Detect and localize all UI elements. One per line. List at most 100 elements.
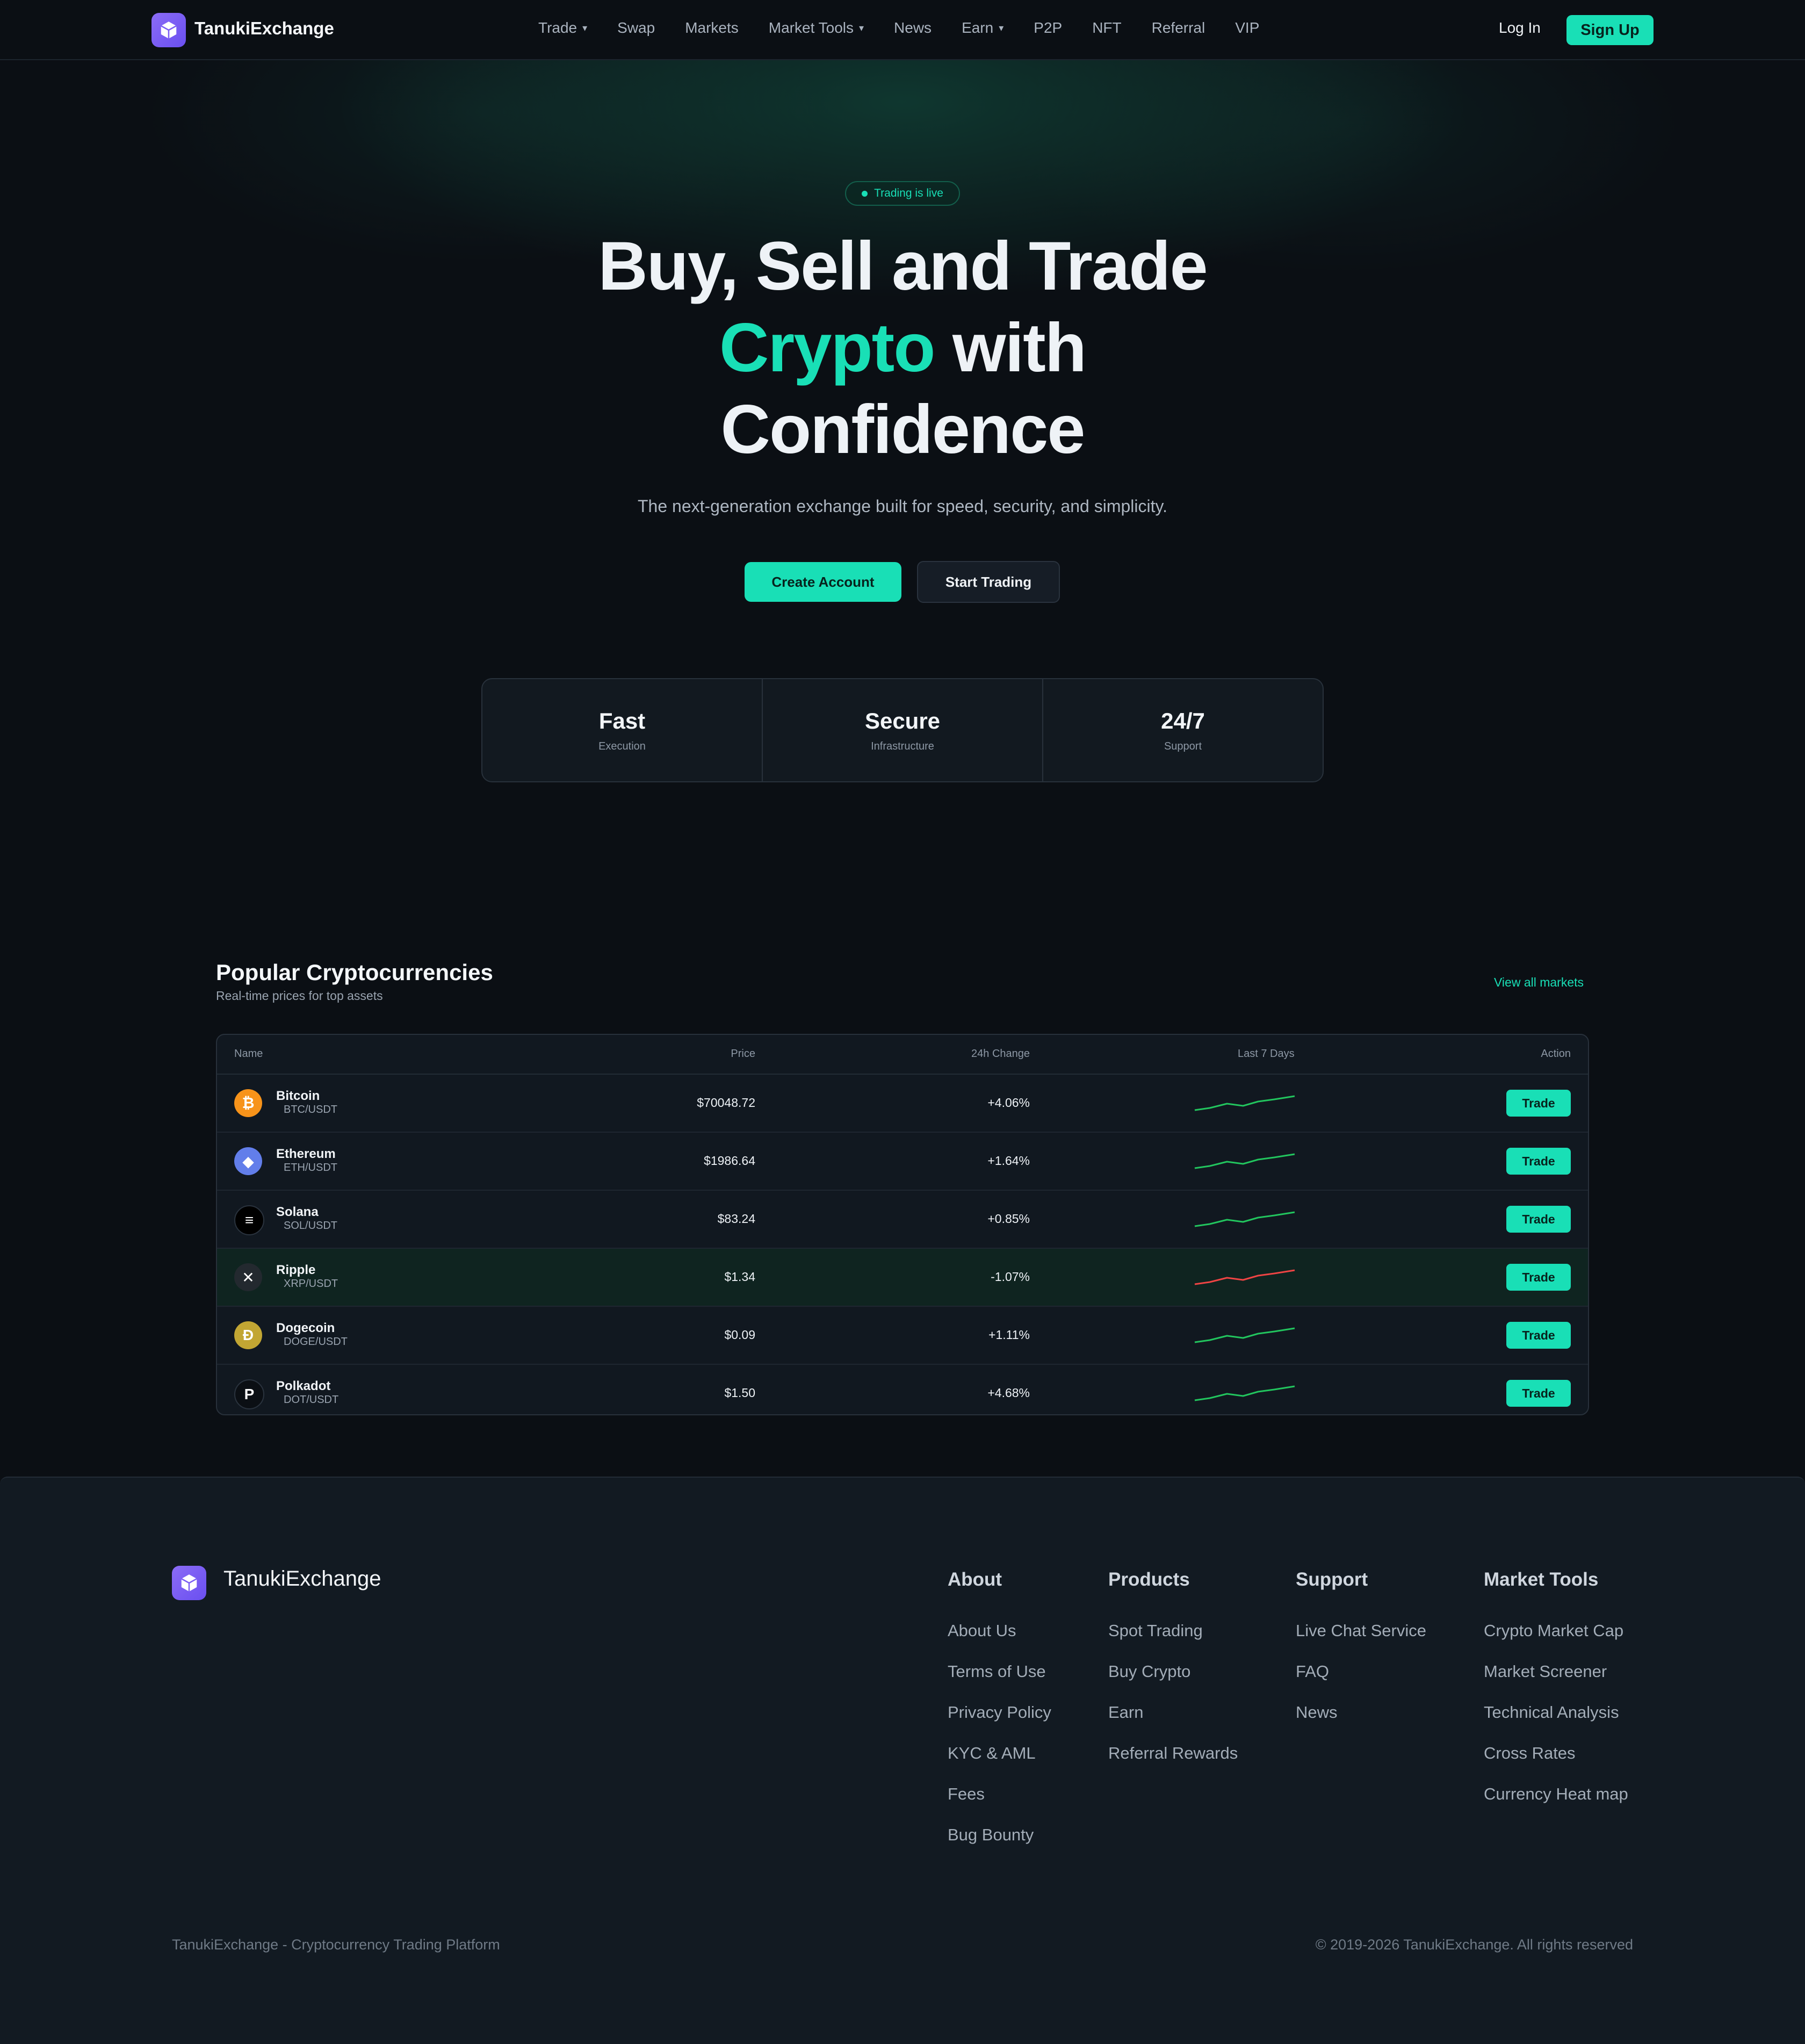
chevron-down-icon: ▾ — [582, 23, 588, 33]
footer-link[interactable]: Market Screener — [1484, 1661, 1628, 1702]
footer: TanukiExchange About About Us Terms of U… — [0, 1477, 1805, 2044]
footer-col-about-title: About — [948, 1569, 1002, 1590]
footer-link[interactable]: Cross Rates — [1484, 1743, 1628, 1784]
coin-change: +1.64% — [987, 1154, 1030, 1168]
dogecoin-icon: Ð — [234, 1321, 262, 1349]
footer-link[interactable]: Technical Analysis — [1484, 1702, 1628, 1743]
footer-link[interactable]: Live Chat Service — [1296, 1621, 1426, 1661]
coin-name: Ethereum — [276, 1147, 336, 1161]
feature-stats: Fast Execution Secure Infrastructure 24/… — [481, 678, 1324, 782]
nav-market-tools[interactable]: Market Tools ▾ — [769, 19, 864, 37]
col-price: Price — [731, 1048, 755, 1060]
footer-col-products-title: Products — [1108, 1569, 1190, 1590]
hero-title: Buy, Sell and Trade Crypto with Confiden… — [598, 228, 1208, 468]
ripple-icon: ✕ — [234, 1263, 262, 1291]
brand-name[interactable]: TanukiExchange — [194, 18, 334, 39]
coin-name: Polkadot — [276, 1379, 331, 1393]
markets-table: Name Price 24h Change Last 7 Days Action… — [216, 1034, 1589, 1415]
trade-button[interactable]: Trade — [1506, 1148, 1571, 1175]
coin-change: +1.11% — [988, 1328, 1030, 1342]
nav-earn[interactable]: Earn ▾ — [962, 19, 1003, 37]
bitcoin-icon: ₿ — [234, 1089, 262, 1117]
polkadot-icon: P — [234, 1379, 264, 1409]
footer-tagline: TanukiExchange - Cryptocurrency Trading … — [172, 1937, 500, 1953]
status-dot-icon — [862, 190, 868, 197]
main-nav: Trade ▾ Swap Markets Market Tools ▾ News E… — [538, 19, 1289, 37]
sparkline-chart — [1194, 1095, 1295, 1111]
footer-link[interactable]: Buy Crypto — [1108, 1661, 1238, 1702]
page: TanukiExchange Trade ▾ Swap Markets Marke… — [0, 0, 1805, 2044]
footer-link[interactable]: FAQ — [1296, 1661, 1426, 1702]
nav-referral[interactable]: Referral — [1152, 19, 1205, 37]
chevron-down-icon: ▾ — [859, 23, 864, 33]
nav-swap[interactable]: Swap — [617, 19, 655, 37]
view-all-markets-link[interactable]: View all markets — [1494, 975, 1584, 990]
table-row: ≡ Solana SOL/USDT $83.24 +0.85% Trade — [217, 1191, 1588, 1249]
trade-button[interactable]: Trade — [1506, 1090, 1571, 1117]
stat-fast: Fast Execution — [598, 708, 646, 752]
coin-price: $83.24 — [717, 1212, 755, 1226]
coin-change: +4.68% — [987, 1386, 1030, 1400]
footer-link[interactable]: Bug Bounty — [948, 1825, 1051, 1866]
sparkline-line — [1194, 1211, 1295, 1227]
nav-vip[interactable]: VIP — [1235, 19, 1259, 37]
table-row: P Polkadot DOT/USDT $1.50 +4.68% Trade — [217, 1365, 1588, 1414]
nav-nft[interactable]: NFT — [1092, 19, 1121, 37]
footer-link[interactable]: Spot Trading — [1108, 1621, 1238, 1661]
nav-trade[interactable]: Trade ▾ — [538, 19, 587, 37]
coin-price: $1.50 — [724, 1386, 755, 1400]
markets-subtitle: Real-time prices for top assets — [216, 989, 383, 1003]
footer-logo-cube-icon[interactable] — [172, 1566, 206, 1600]
coin-change: +0.85% — [987, 1212, 1030, 1226]
sparkline-chart — [1194, 1269, 1295, 1285]
trade-button[interactable]: Trade — [1506, 1380, 1571, 1407]
sparkline-chart — [1194, 1153, 1295, 1169]
footer-link[interactable]: Crypto Market Cap — [1484, 1621, 1628, 1661]
footer-link[interactable]: About Us — [948, 1621, 1051, 1661]
table-row: ₿ Bitcoin BTC/USDT $70048.72 +4.06% Trad… — [217, 1075, 1588, 1133]
footer-link[interactable]: KYC & AML — [948, 1743, 1051, 1784]
trade-button[interactable]: Trade — [1506, 1322, 1571, 1349]
sparkline-line — [1194, 1269, 1295, 1285]
login-link[interactable]: Log In — [1499, 19, 1541, 37]
footer-copyright: © 2019-2026 TanukiExchange. All rights r… — [1315, 1937, 1633, 1953]
nav-markets[interactable]: Markets — [685, 19, 739, 37]
table-row: ◆ Ethereum ETH/USDT $1986.64 +1.64% Trad… — [217, 1133, 1588, 1191]
footer-col-products: Spot Trading Buy Crypto Earn Referral Re… — [1108, 1621, 1238, 1784]
sparkline-line — [1194, 1327, 1295, 1343]
coin-pair: ETH/USDT — [284, 1162, 337, 1174]
coin-price: $1986.64 — [704, 1154, 755, 1168]
col-chart: Last 7 Days — [1238, 1048, 1295, 1060]
coin-price: $0.09 — [724, 1328, 755, 1342]
nav-p2p[interactable]: P2P — [1034, 19, 1062, 37]
coin-price: $1.34 — [724, 1270, 755, 1284]
footer-link[interactable]: News — [1296, 1702, 1426, 1743]
coin-name: Bitcoin — [276, 1089, 320, 1103]
table-row: ✕ Ripple XRP/USDT $1.34 -1.07% Trade — [217, 1249, 1588, 1307]
coin-pair: DOT/USDT — [284, 1394, 339, 1406]
footer-link[interactable]: Referral Rewards — [1108, 1743, 1238, 1784]
footer-link[interactable]: Privacy Policy — [948, 1702, 1051, 1743]
hero-title-accent: Crypto — [719, 310, 935, 386]
trade-button[interactable]: Trade — [1506, 1264, 1571, 1291]
footer-link[interactable]: Fees — [948, 1784, 1051, 1825]
coin-pair: BTC/USDT — [284, 1104, 337, 1115]
footer-col-support: Live Chat Service FAQ News — [1296, 1621, 1426, 1743]
footer-link[interactable]: Terms of Use — [948, 1661, 1051, 1702]
solana-icon: ≡ — [234, 1205, 264, 1235]
sparkline-chart — [1194, 1327, 1295, 1343]
footer-link[interactable]: Earn — [1108, 1702, 1238, 1743]
footer-brand[interactable]: TanukiExchange — [223, 1567, 381, 1591]
nav-news[interactable]: News — [894, 19, 932, 37]
signup-button[interactable]: Sign Up — [1566, 15, 1654, 45]
footer-col-market-tools: Crypto Market Cap Market Screener Techni… — [1484, 1621, 1628, 1825]
logo-cube-icon[interactable] — [151, 13, 186, 47]
trade-button[interactable]: Trade — [1506, 1206, 1571, 1233]
coin-change: -1.07% — [991, 1270, 1030, 1284]
create-account-button[interactable]: Create Account — [745, 562, 901, 602]
start-trading-button[interactable]: Start Trading — [917, 561, 1060, 603]
sparkline-line — [1194, 1095, 1295, 1111]
footer-link[interactable]: Currency Heat map — [1484, 1784, 1628, 1825]
markets-title: Popular Cryptocurrencies — [216, 960, 493, 985]
sparkline-chart — [1194, 1385, 1295, 1401]
